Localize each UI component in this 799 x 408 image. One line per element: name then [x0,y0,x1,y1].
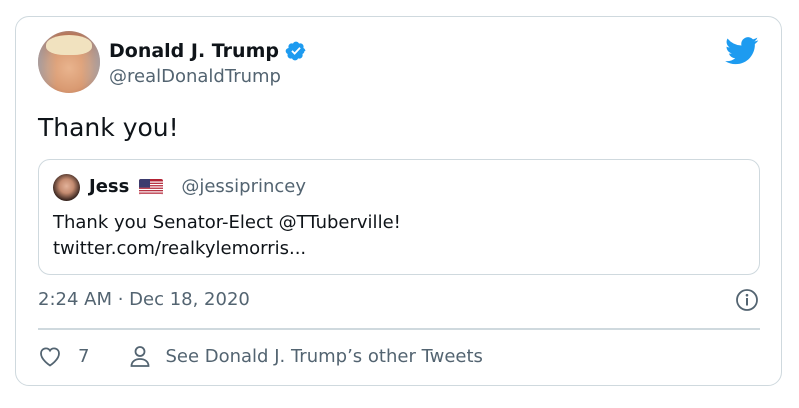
author-handle[interactable]: @realDonaldTrump [109,66,281,87]
divider [38,328,760,330]
verified-badge-icon [285,41,306,61]
tweet-timestamp[interactable]: 2:24 AM · Dec 18, 2020 [38,289,250,310]
quoted-text-link[interactable]: twitter.com/realkylemorris... [53,236,401,262]
quoted-tweet-text: Thank you Senator-Elect @TTuberville! tw… [53,210,401,262]
tweet-text: Thank you! [38,113,179,142]
us-flag-icon [139,178,164,195]
quoted-author-row[interactable]: Jess @jessiprincey [89,176,306,197]
twitter-bird-icon[interactable] [725,37,759,65]
other-tweets-link[interactable]: See Donald J. Trump’s other Tweets [165,346,482,367]
author-name[interactable]: Donald J. Trump [109,40,279,62]
info-icon[interactable] [735,288,759,312]
quoted-author-name[interactable]: Jess [89,176,129,197]
person-icon[interactable] [129,345,151,367]
author-avatar[interactable] [38,31,100,93]
tweet-footer: 7 See Donald J. Trump’s other Tweets [38,345,483,367]
like-count[interactable]: 7 [78,346,89,367]
author-name-row[interactable]: Donald J. Trump [109,40,307,62]
quoted-text-line-1: Thank you Senator-Elect @TTuberville! [53,212,401,233]
heart-icon[interactable] [38,345,62,367]
embedded-tweet-card[interactable]: Donald J. Trump @realDonaldTrump Thank y… [15,16,782,386]
quoted-author-avatar[interactable] [53,174,80,201]
quoted-tweet[interactable]: Jess @jessiprincey Thank you Senator-Ele… [38,159,760,275]
quoted-author-handle[interactable]: @jessiprincey [181,176,306,197]
